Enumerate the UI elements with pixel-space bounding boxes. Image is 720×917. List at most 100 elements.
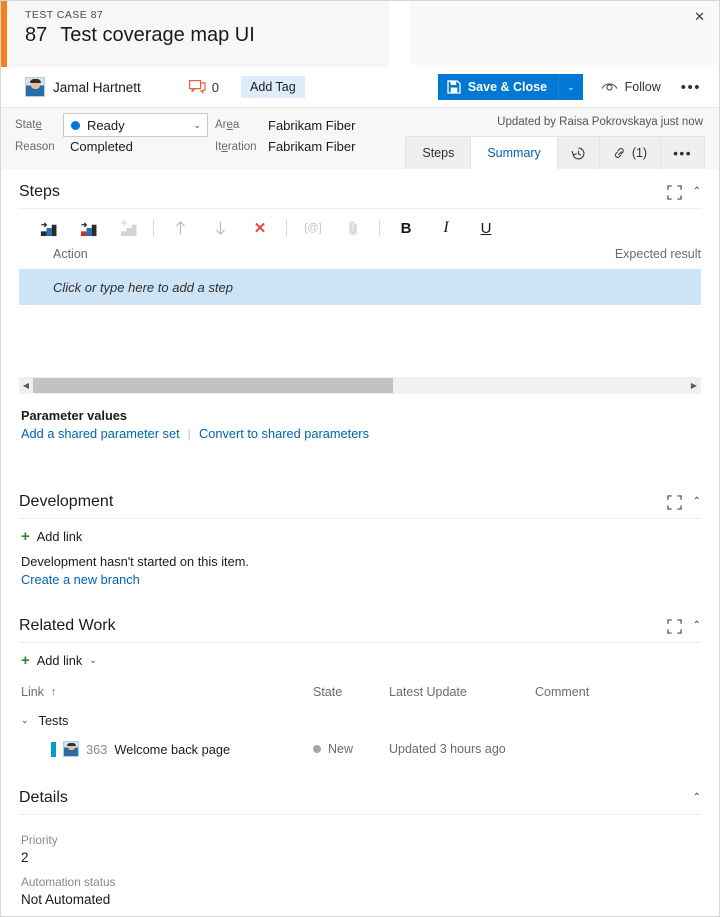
- bold-icon[interactable]: B: [386, 220, 426, 237]
- header-meta-row: Jamal Hartnett 0 Add Tag: [1, 67, 719, 107]
- add-step-row[interactable]: Click or type here to add a step: [19, 269, 701, 305]
- toolbar-separator-1: [153, 220, 154, 236]
- insert-shared-step-icon[interactable]: [67, 220, 107, 237]
- column-header-latest-update[interactable]: Latest Update: [389, 685, 535, 699]
- sort-ascending-icon: ↑: [51, 686, 57, 698]
- italic-icon[interactable]: I: [426, 219, 466, 237]
- expand-icon[interactable]: [667, 619, 682, 634]
- table-row[interactable]: 363 Welcome back page New Updated 3 hour…: [21, 741, 719, 757]
- scrollbar-thumb[interactable]: [33, 378, 393, 393]
- collapse-steps-chevron-up-icon[interactable]: ⌃: [693, 187, 701, 197]
- related-work-column-headers: Link ↑ State Latest Update Comment: [21, 685, 719, 699]
- page-title[interactable]: Test coverage map UI: [60, 24, 255, 47]
- scroll-right-icon[interactable]: ▶: [687, 381, 701, 390]
- delete-step-icon[interactable]: ✕: [240, 219, 280, 237]
- column-header-link[interactable]: Link ↑: [21, 685, 313, 699]
- save-icon: [447, 80, 461, 94]
- chevron-down-icon: ⌄: [21, 715, 29, 726]
- add-step-placeholder: Click or type here to add a step: [53, 280, 233, 295]
- development-empty-text: Development hasn't started on this item.: [21, 554, 719, 569]
- expand-icon[interactable]: [667, 495, 682, 510]
- header-more-actions-icon[interactable]: •••: [681, 80, 701, 95]
- link-separator: |: [188, 426, 191, 441]
- discussion-button[interactable]: 0: [189, 80, 219, 95]
- field-grid: State Ready ⌄ Area Fabrikam Fiber Reason…: [15, 113, 355, 154]
- column-header-action: Action: [19, 247, 615, 261]
- assigned-to-label[interactable]: Jamal Hartnett: [53, 80, 141, 95]
- steps-horizontal-scrollbar[interactable]: ◀ ▶: [19, 377, 701, 394]
- collapse-details-chevron-up-icon[interactable]: ⌃: [693, 793, 701, 803]
- state-field-label: State: [15, 119, 63, 131]
- related-work-add-link-label: Add link: [37, 653, 83, 668]
- expand-icon[interactable]: [667, 185, 682, 200]
- iteration-field-label: Iteration: [215, 141, 267, 153]
- parameter-values-block: Parameter values Add a shared parameter …: [1, 394, 719, 441]
- save-options-chevron-icon[interactable]: ⌄: [559, 74, 583, 100]
- column-header-expected-result: Expected result: [615, 247, 701, 261]
- save-and-close-label: Save & Close: [468, 80, 547, 94]
- status-dot-icon: [313, 745, 321, 753]
- attachment-icon: [333, 220, 373, 237]
- tab-history[interactable]: [557, 136, 600, 169]
- related-work-item-id: 363: [86, 742, 107, 757]
- related-work-item-state: New: [313, 742, 389, 756]
- development-add-link-label: Add link: [37, 529, 83, 544]
- automation-status-label: Automation status: [21, 875, 719, 889]
- steps-section-actions: ⌃: [667, 185, 701, 200]
- chevron-down-icon: ⌄: [89, 655, 97, 666]
- comment-icon: [189, 80, 206, 95]
- tab-more-icon[interactable]: •••: [660, 136, 705, 169]
- reason-value[interactable]: Completed: [63, 139, 215, 154]
- development-section-actions: ⌃: [667, 495, 701, 510]
- avatar: [25, 77, 45, 97]
- parameter-values-links: Add a shared parameter set | Convert to …: [21, 426, 719, 441]
- convert-to-shared-parameters-link[interactable]: Convert to shared parameters: [199, 426, 369, 441]
- automation-status-value[interactable]: Not Automated: [21, 892, 719, 907]
- development-section-title: Development: [19, 493, 667, 511]
- iteration-value[interactable]: Fabrikam Fiber: [267, 139, 355, 154]
- related-work-add-link-button[interactable]: + Add link ⌄: [21, 653, 719, 668]
- insert-step-icon[interactable]: [27, 220, 67, 237]
- development-add-link-button[interactable]: + Add link: [21, 529, 719, 544]
- steps-section-header: Steps ⌃: [19, 169, 701, 209]
- column-header-comment[interactable]: Comment: [535, 685, 589, 699]
- link-icon: [613, 146, 627, 160]
- related-work-item-link[interactable]: 363 Welcome back page: [51, 741, 313, 757]
- related-work-item-title[interactable]: Welcome back page: [114, 742, 230, 757]
- related-work-section-actions: ⌃: [667, 619, 701, 634]
- add-shared-parameter-set-link[interactable]: Add a shared parameter set: [21, 426, 180, 441]
- form-tabs: Steps Summary (1) ••: [406, 136, 705, 169]
- move-step-down-icon[interactable]: [200, 220, 240, 236]
- priority-value[interactable]: 2: [21, 850, 719, 865]
- parameter-values-title: Parameter values: [21, 408, 719, 423]
- state-dropdown[interactable]: Ready ⌄: [63, 113, 208, 137]
- plus-icon: +: [21, 653, 30, 668]
- area-value[interactable]: Fabrikam Fiber: [267, 118, 355, 133]
- collapse-development-chevron-up-icon[interactable]: ⌃: [693, 497, 701, 507]
- scroll-left-icon[interactable]: ◀: [19, 381, 33, 390]
- column-header-state[interactable]: State: [313, 685, 389, 699]
- state-color-dot: [71, 121, 80, 130]
- save-and-close-main[interactable]: Save & Close: [438, 74, 558, 100]
- related-work-section-header: Related Work ⌃: [19, 603, 701, 643]
- underline-icon[interactable]: U: [466, 220, 506, 237]
- form-content: Steps ⌃: [1, 169, 719, 907]
- close-icon[interactable]: ✕: [694, 10, 705, 23]
- tab-steps[interactable]: Steps: [405, 136, 471, 169]
- save-and-close-button[interactable]: Save & Close ⌄: [438, 74, 583, 100]
- form-header: TEST CASE 87 87 Test coverage map UI ✕ J…: [1, 1, 719, 107]
- scrollbar-track[interactable]: [33, 377, 687, 394]
- details-block: Priority 2 Automation status Not Automat…: [1, 815, 719, 907]
- work-item-form: TEST CASE 87 87 Test coverage map UI ✕ J…: [0, 0, 720, 917]
- tab-summary[interactable]: Summary: [470, 136, 557, 169]
- follow-button[interactable]: Follow: [601, 80, 661, 94]
- related-work-section-title: Related Work: [19, 617, 667, 635]
- move-step-up-icon[interactable]: [160, 220, 200, 236]
- add-tag-button[interactable]: Add Tag: [241, 76, 305, 98]
- tab-links[interactable]: (1): [599, 136, 661, 169]
- create-new-branch-link[interactable]: Create a new branch: [21, 572, 719, 587]
- last-updated-label: Updated by Raisa Pokrovskaya just now: [497, 116, 703, 128]
- collapse-related-work-chevron-up-icon[interactable]: ⌃: [693, 621, 701, 631]
- breadcrumb: TEST CASE 87: [25, 9, 103, 21]
- related-work-group-tests[interactable]: ⌄ Tests: [21, 713, 719, 728]
